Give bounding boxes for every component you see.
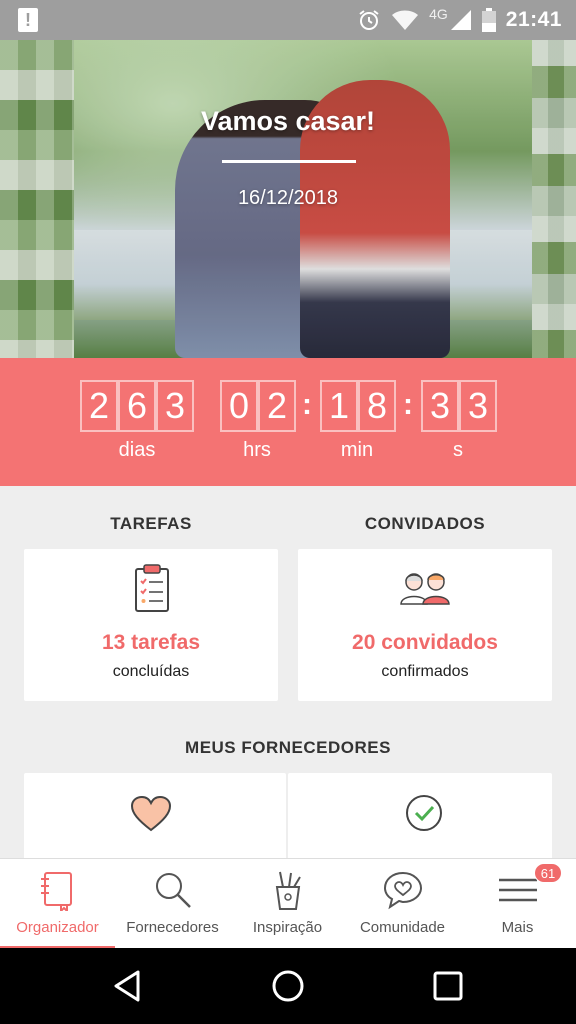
guests-status: confirmados [381,663,469,680]
guests-card[interactable]: 20 convidados confirmados [298,549,552,701]
heart-icon [130,795,172,832]
bottom-navigation: Organizador Fornecedores Inspiração Comu… [0,858,576,949]
clipboard-icon [135,564,169,612]
wifi-icon [392,10,419,30]
seconds-digit: 3 [459,380,497,432]
nav-label-comunidade: Comunidade [359,919,446,936]
recent-apps-icon[interactable] [430,968,466,1004]
nav-label-inspiracao: Inspiração [252,919,323,936]
nav-comunidade[interactable]: Comunidade [345,859,460,949]
hours-label: hrs [243,439,271,461]
system-navigation-bar [0,948,576,1024]
vendors-favorites-card[interactable] [24,773,286,863]
notebook-icon [41,872,72,911]
alarm-icon [359,10,379,30]
cover-photo[interactable]: Vamos casar! 16/12/2018 [0,40,576,358]
home-icon[interactable] [270,968,306,1004]
countdown-panel: 2 6 3 0 2 : 1 8 : 3 3 dias hrs min s [0,358,576,486]
seconds-digit: 3 [421,380,459,432]
menu-icon [499,878,537,902]
time-separator: : [403,388,413,421]
tasks-heading: TAREFAS [110,514,192,533]
nav-inspiracao[interactable]: Inspiração [230,859,345,949]
minutes-label: min [340,439,374,461]
vendors-heading: MEUS FORNECEDORES [185,738,391,757]
nav-label-fornecedores: Fornecedores [126,919,219,936]
nav-fornecedores[interactable]: Fornecedores [115,859,230,949]
minutes-digit: 1 [320,380,358,432]
signal-icon [450,10,471,30]
pen-cup-icon [275,871,301,910]
back-icon[interactable] [110,968,146,1004]
nav-mais[interactable]: 61 Mais [460,859,575,949]
status-bar: ! 4G 21:41 [0,0,576,40]
seconds-label: s [453,439,463,461]
nav-organizador[interactable]: Organizador [0,859,115,949]
days-label: dias [118,439,156,461]
tasks-status: concluídas [112,663,190,680]
nav-label-mais: Mais [501,919,534,936]
couple-icon [400,573,450,605]
minutes-digit: 8 [358,380,396,432]
tasks-count: 13 tarefas [101,631,201,654]
search-icon [156,873,191,908]
clock: 21:41 [505,8,562,31]
hero-divider [222,160,356,163]
vendors-hired-card[interactable] [288,773,552,863]
check-circle-icon [406,795,442,831]
nav-label-organizador: Organizador [16,919,99,936]
guests-count: 20 convidados [352,631,498,654]
heart-chat-icon [383,871,423,910]
notification-badge: 61 [534,863,562,883]
hero-title: Vamos casar! [200,106,376,136]
hours-digit: 0 [220,380,258,432]
guests-heading: CONVIDADOS [364,514,486,533]
hours-digit: 2 [258,380,296,432]
tasks-card[interactable]: 13 tarefas concluídas [24,549,278,701]
battery-icon [481,8,496,32]
wedding-date: 16/12/2018 [237,187,339,209]
days-digit: 3 [156,380,194,432]
days-digit: 6 [118,380,156,432]
days-digit: 2 [80,380,118,432]
time-separator: : [302,388,312,421]
network-type: 4G [429,6,448,22]
warning-notification-icon: ! [18,8,38,32]
